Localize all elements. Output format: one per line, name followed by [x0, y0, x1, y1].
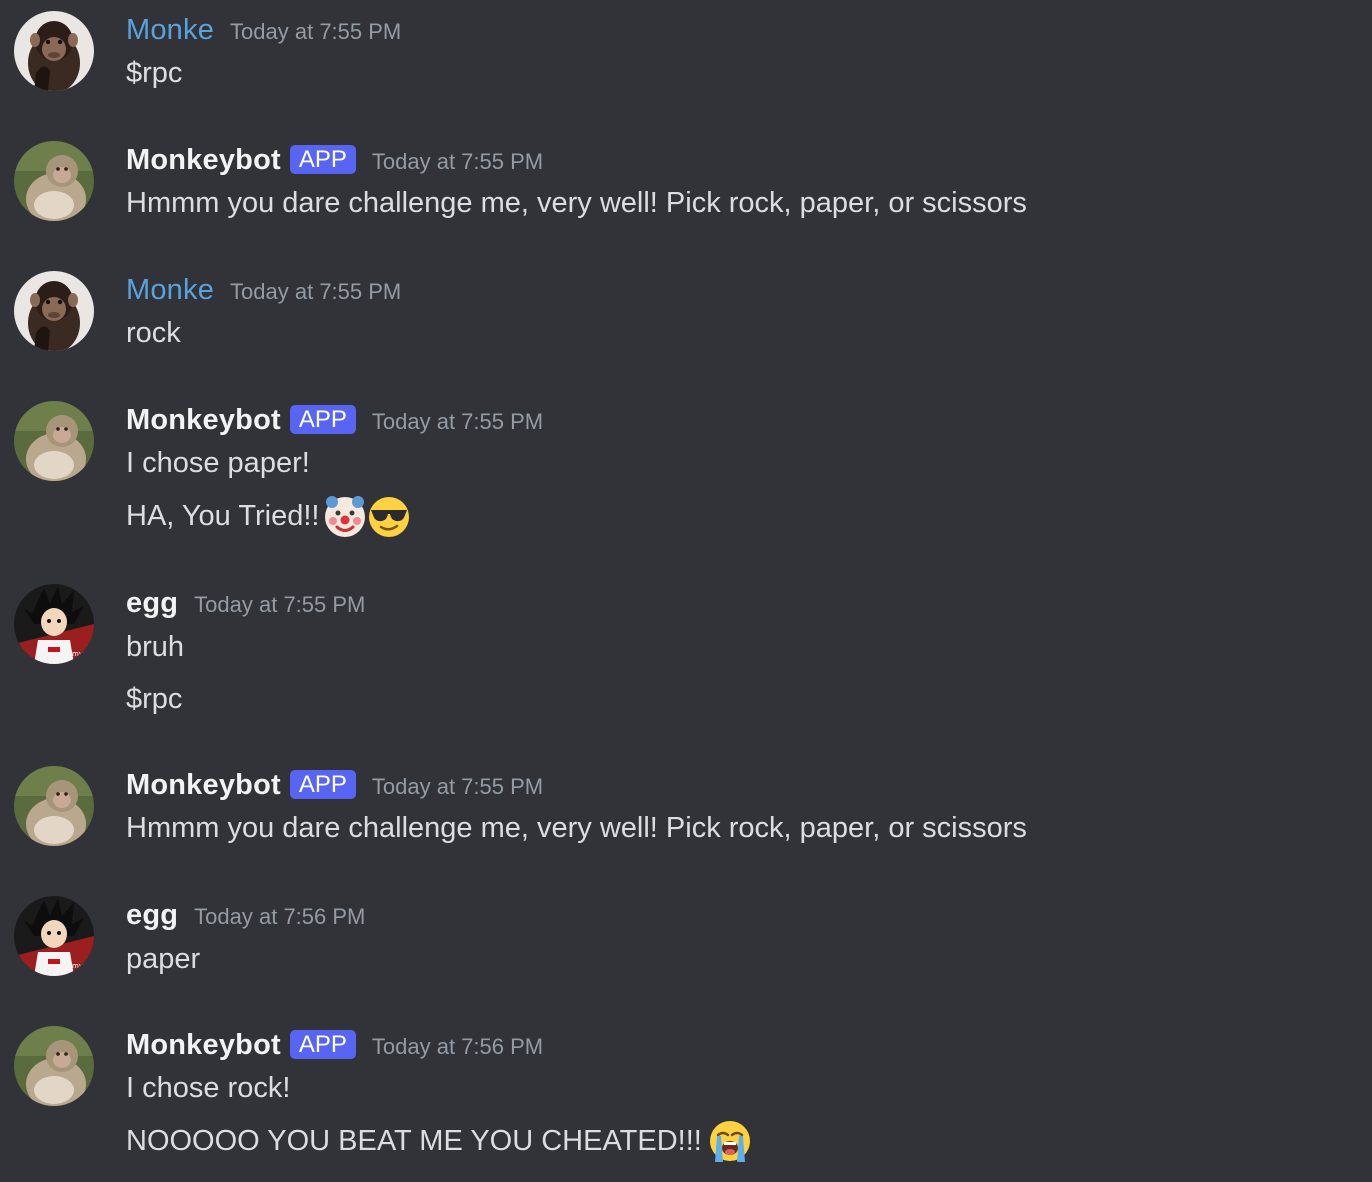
username[interactable]: Monkeybot [126, 769, 281, 802]
message-text: paper [126, 943, 201, 975]
timestamp[interactable]: Today at 7:55 PM [372, 149, 543, 175]
message-header: Monkeybot APP Today at 7:55 PM [126, 763, 543, 807]
message-text: NOOOOO YOU BEAT ME YOU CHEATED!!! [126, 1125, 702, 1157]
timestamp[interactable]: Today at 7:56 PM [194, 904, 365, 930]
message-group: Monke Today at 7:55 PM $rpc [0, 0, 1372, 130]
message-text: I chose rock! [126, 1072, 291, 1104]
sunglasses-face-emoji[interactable] [366, 493, 412, 539]
timestamp[interactable]: Today at 7:55 PM [230, 279, 401, 305]
anime-avatar[interactable]: Sy myu [14, 896, 94, 976]
clown-face-emoji[interactable] [322, 493, 368, 539]
message-group: Monkeybot APP Today at 7:55 PM Hmmm you … [0, 130, 1372, 260]
message-header: Monke Today at 7:55 PM [126, 8, 401, 52]
username[interactable]: Monke [126, 14, 214, 47]
message-group: Monkeybot APP Today at 7:55 PM I chose p… [0, 390, 1372, 573]
app-tag-badge: APP [289, 404, 356, 434]
message-text: Hmmm you dare challenge me, very well! P… [126, 187, 1027, 219]
username[interactable]: Monke [126, 274, 214, 307]
loudly-crying-face-emoji[interactable] [707, 1118, 753, 1164]
message-text: $rpc [126, 57, 183, 89]
macaque-avatar[interactable] [14, 401, 94, 481]
message-header: Monke Today at 7:55 PM [126, 268, 401, 312]
message-group: Monkeybot APP Today at 7:55 PM Hmmm you … [0, 755, 1372, 885]
message-text: I chose paper! [126, 447, 310, 479]
username[interactable]: Monkeybot [126, 144, 281, 177]
message-header: Monkeybot APP Today at 7:55 PM [126, 138, 543, 182]
message-group: Monkeybot APP Today at 7:56 PM I chose r… [0, 1015, 1372, 1182]
app-tag-badge: APP [289, 1029, 356, 1059]
macaque-avatar[interactable] [14, 766, 94, 846]
username[interactable]: Monkeybot [126, 1029, 281, 1062]
message-text: $rpc [126, 683, 183, 715]
message-text: HA, You Tried!! [126, 500, 320, 532]
message-text-with-emoji: NOOOOO YOU BEAT ME YOU CHEATED!!! [126, 1118, 753, 1164]
app-tag-badge: APP [289, 144, 356, 174]
message-text: bruh [126, 631, 185, 663]
timestamp[interactable]: Today at 7:56 PM [372, 1034, 543, 1060]
svg-text:myu: myu [72, 962, 87, 970]
svg-text:Sy: Sy [17, 652, 27, 661]
timestamp[interactable]: Today at 7:55 PM [230, 19, 401, 45]
message-header: Monkeybot APP Today at 7:56 PM [126, 1023, 543, 1067]
anime-avatar[interactable]: Sy myu [14, 584, 94, 664]
message-group: Sy myu egg Today at 7:56 PM paper [0, 885, 1372, 1015]
app-tag-badge: APP [289, 769, 356, 799]
message-text: Hmmm you dare challenge me, very well! P… [126, 812, 1027, 844]
chimp-avatar[interactable] [14, 11, 94, 91]
message-group: Monke Today at 7:55 PM rock [0, 260, 1372, 390]
timestamp[interactable]: Today at 7:55 PM [194, 592, 365, 618]
timestamp[interactable]: Today at 7:55 PM [372, 409, 543, 435]
macaque-avatar[interactable] [14, 1026, 94, 1106]
chat-message-list: Monke Today at 7:55 PM $rpc Monkeybot AP… [0, 0, 1372, 1182]
macaque-avatar[interactable] [14, 141, 94, 221]
username[interactable]: egg [126, 899, 178, 932]
message-group: Sy myu egg Today at 7:55 PM bruh $rpc [0, 573, 1372, 755]
timestamp[interactable]: Today at 7:55 PM [372, 774, 543, 800]
username[interactable]: egg [126, 587, 178, 620]
svg-text:Sy: Sy [17, 964, 27, 973]
username[interactable]: Monkeybot [126, 404, 281, 437]
message-header: egg Today at 7:55 PM [126, 581, 365, 625]
message-text-with-emoji: HA, You Tried!! [126, 493, 412, 539]
message-header: Monkeybot APP Today at 7:55 PM [126, 398, 543, 442]
message-text: rock [126, 317, 181, 349]
message-header: egg Today at 7:56 PM [126, 893, 365, 937]
chimp-avatar[interactable] [14, 271, 94, 351]
svg-text:myu: myu [72, 650, 87, 658]
